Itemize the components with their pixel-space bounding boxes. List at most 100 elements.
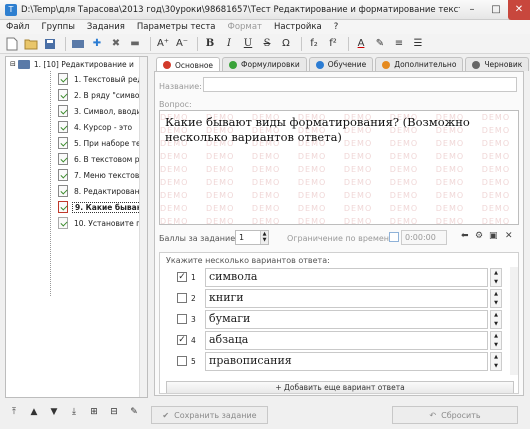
tree-item[interactable]: 3. Символ, вводим: [6, 103, 147, 119]
answer-field[interactable]: книги: [205, 289, 488, 308]
checked-document-icon: [58, 105, 68, 117]
menu-file[interactable]: Файл: [0, 22, 35, 32]
superscript-button[interactable]: f²: [325, 36, 341, 52]
score-spinner[interactable]: 1 ▲ ▼: [235, 230, 269, 245]
undo-icon: ↶: [429, 410, 437, 420]
tree-item[interactable]: 7. Меню текстового: [6, 167, 147, 183]
expand-icon[interactable]: ⊞: [86, 404, 102, 420]
gray-dot-icon: [472, 60, 481, 69]
tree-item[interactable]: 10. Установите посл: [6, 215, 147, 231]
save-small-icon[interactable]: ▣: [489, 231, 498, 241]
close-button[interactable]: ✕: [508, 0, 530, 20]
arrow-left-icon[interactable]: ⬅: [461, 231, 469, 241]
menu-help[interactable]: ?: [328, 22, 345, 32]
maximize-button[interactable]: □: [484, 0, 508, 20]
gear-icon[interactable]: ⚙: [475, 231, 483, 241]
answer-checkbox[interactable]: ✓: [177, 335, 187, 345]
align-left-icon[interactable]: ≡: [391, 36, 407, 52]
highlight-icon[interactable]: ✎: [372, 36, 388, 52]
toolbar-separator: [65, 36, 66, 51]
reorder-arrows-icon[interactable]: ▲ ▼: [490, 268, 502, 287]
reset-label: Сбросить: [441, 410, 481, 420]
close-icon[interactable]: ✕: [505, 231, 513, 241]
font-grow-icon[interactable]: A⁺: [155, 36, 171, 52]
tree-item[interactable]: 1. Текстовый редак: [6, 71, 147, 87]
move-up-icon[interactable]: ▲: [26, 404, 42, 420]
spinner-arrows-icon[interactable]: ▲ ▼: [260, 231, 268, 244]
checked-document-icon: [58, 201, 68, 213]
answers-scrollbar[interactable]: [510, 267, 518, 375]
tree-toolbar: ⤒ ▲ ▼ ⤓ ⊞ ⊟ ✎: [6, 404, 150, 420]
collapse-icon[interactable]: ⊟: [106, 404, 122, 420]
add-answer-button[interactable]: + Добавить еще вариант ответа: [166, 381, 514, 393]
tree-item[interactable]: 8. Редактирование: [6, 183, 147, 199]
time-limit-label: Ограничение по времени:: [287, 234, 397, 243]
tree-item[interactable]: 2. В ряду "символ" -: [6, 87, 147, 103]
name-input[interactable]: [203, 77, 517, 92]
tree-item[interactable]: 4. Курсор - это: [6, 119, 147, 135]
reorder-arrows-icon[interactable]: ▲ ▼: [490, 352, 502, 371]
toolbar-separator: [301, 36, 302, 51]
tab-training[interactable]: Обучение: [308, 57, 374, 71]
answer-field[interactable]: символа: [205, 268, 488, 287]
menu-format[interactable]: Формат: [222, 22, 269, 32]
delete-icon[interactable]: ✖: [108, 36, 124, 52]
minus-icon[interactable]: ▬: [127, 36, 143, 52]
tab-formulations[interactable]: Формулировки: [222, 57, 307, 71]
reset-button[interactable]: ↶ Сбросить: [392, 406, 518, 424]
tab-additional[interactable]: Дополнительно: [375, 57, 464, 71]
add-group-icon[interactable]: [70, 36, 86, 52]
strikethrough-button[interactable]: S: [259, 36, 275, 52]
answer-checkbox[interactable]: [177, 293, 187, 303]
time-limit-checkbox[interactable]: [389, 232, 399, 242]
open-folder-icon[interactable]: [23, 36, 39, 52]
toolbar-separator: [348, 36, 349, 51]
menu-test-params[interactable]: Параметры теста: [131, 22, 222, 32]
text-color-button[interactable]: A: [353, 36, 369, 52]
move-bottom-icon[interactable]: ⤓: [66, 404, 82, 420]
tab-draft[interactable]: Черновик: [465, 57, 530, 71]
font-shrink-icon[interactable]: A⁻: [174, 36, 190, 52]
tree-scrollbar[interactable]: [139, 57, 147, 397]
tab-main[interactable]: Основное: [156, 57, 221, 72]
underline-button[interactable]: U: [240, 36, 256, 52]
document-icon: [58, 217, 68, 229]
reorder-arrows-icon[interactable]: ▲ ▼: [490, 289, 502, 308]
answer-field[interactable]: правописания: [205, 352, 488, 371]
time-limit-input[interactable]: 0:00:00: [401, 230, 447, 245]
question-text: Какие бывают виды форматирования? (Возмо…: [165, 115, 470, 144]
window-title: D:\Temp\для Тарасова\2013 год\30уроки\98…: [21, 4, 460, 15]
answer-field[interactable]: бумаги: [205, 310, 488, 329]
checked-document-icon: [58, 169, 68, 181]
save-task-button[interactable]: ✔ Сохранить задание: [151, 406, 268, 424]
bold-button[interactable]: B: [202, 36, 218, 52]
tree-item-label: 9. Какие бывают: [72, 201, 147, 213]
tree-item[interactable]: 5. При наборе текст: [6, 135, 147, 151]
question-editor[interactable]: DEMO DEMO DEMO DEMO DEMO DEMO DEMO DEMO …: [159, 110, 519, 225]
menu-groups[interactable]: Группы: [35, 22, 80, 32]
answer-number: 5: [191, 357, 196, 366]
subscript-button[interactable]: f₂: [306, 36, 322, 52]
answer-field[interactable]: абзаца: [205, 331, 488, 350]
save-disk-icon[interactable]: [42, 36, 58, 52]
move-top-icon[interactable]: ⤒: [6, 404, 22, 420]
edit-icon[interactable]: ✎: [126, 404, 142, 420]
align-center-icon[interactable]: ☰: [410, 36, 426, 52]
menu-settings[interactable]: Настройка: [268, 22, 328, 32]
tree-item[interactable]: 6. В текстовом реда: [6, 151, 147, 167]
omega-symbol-button[interactable]: Ω: [278, 36, 294, 52]
tree-root-group[interactable]: ⊟ 1. [10] Редактирование и: [6, 57, 147, 71]
tree-item-selected[interactable]: 9. Какие бывают: [6, 199, 147, 215]
new-file-icon[interactable]: [4, 36, 20, 52]
menu-tasks[interactable]: Задания: [81, 22, 131, 32]
minimize-button[interactable]: –: [460, 0, 484, 20]
add-task-icon[interactable]: ✚: [89, 36, 105, 52]
answer-checkbox[interactable]: [177, 356, 187, 366]
reorder-arrows-icon[interactable]: ▲ ▼: [490, 331, 502, 350]
minus-toggle-icon[interactable]: ⊟: [10, 60, 16, 68]
answer-checkbox[interactable]: [177, 314, 187, 324]
reorder-arrows-icon[interactable]: ▲ ▼: [490, 310, 502, 329]
answer-checkbox[interactable]: ✓: [177, 272, 187, 282]
italic-button[interactable]: I: [221, 36, 237, 52]
move-down-icon[interactable]: ▼: [46, 404, 62, 420]
